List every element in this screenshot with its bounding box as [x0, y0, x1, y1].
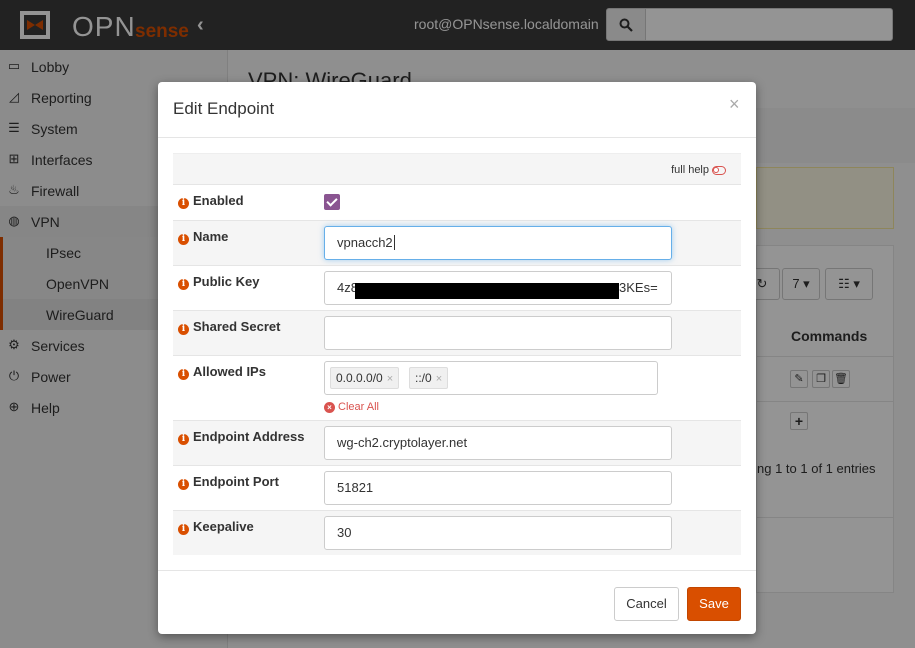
- full-help-row: full help: [173, 153, 741, 184]
- enabled-row: i Enabled: [173, 184, 741, 220]
- endpoint-port-input[interactable]: 51821: [324, 471, 672, 505]
- tag-label: ::/0: [415, 371, 432, 385]
- full-help-label: full help: [671, 164, 709, 176]
- info-icon[interactable]: i: [178, 198, 189, 209]
- modal-header: Edit Endpoint ×: [158, 82, 756, 138]
- name-row: i Name vpnacch2: [173, 220, 741, 265]
- keepalive-label-text: Keepalive: [193, 519, 254, 534]
- allowed-ips-label: i Allowed IPs: [178, 364, 266, 380]
- name-label-text: Name: [193, 229, 229, 244]
- public-key-input[interactable]: 4z8 3KEs=: [324, 271, 672, 305]
- cancel-button[interactable]: Cancel: [614, 587, 679, 621]
- remove-tag-icon[interactable]: ×: [436, 373, 442, 385]
- info-icon[interactable]: i: [178, 479, 189, 490]
- info-icon[interactable]: i: [178, 234, 189, 245]
- name-label: i Name: [178, 229, 228, 245]
- remove-tag-icon[interactable]: ×: [387, 373, 393, 385]
- endpoint-address-label: i Endpoint Address: [178, 429, 304, 445]
- modal-footer: Cancel Save: [158, 570, 756, 634]
- redaction-bar: [355, 283, 619, 299]
- keepalive-input[interactable]: 30: [324, 516, 672, 550]
- public-key-value-end: 3KEs=: [619, 280, 658, 295]
- tag-label: 0.0.0.0/0: [336, 371, 383, 385]
- shared-secret-label-text: Shared Secret: [193, 319, 281, 334]
- endpoint-port-label-text: Endpoint Port: [193, 474, 279, 489]
- enabled-checkbox[interactable]: [324, 194, 340, 210]
- keepalive-label: i Keepalive: [178, 519, 254, 535]
- info-icon[interactable]: i: [178, 369, 189, 380]
- shared-secret-label: i Shared Secret: [178, 319, 280, 335]
- toggle-icon: [712, 165, 726, 175]
- allowed-ips-input[interactable]: 0.0.0.0/0 × ::/0 ×: [324, 361, 658, 395]
- allowed-ip-tag: 0.0.0.0/0 ×: [330, 367, 400, 389]
- info-icon[interactable]: i: [178, 279, 189, 290]
- info-icon[interactable]: i: [178, 524, 189, 535]
- name-input[interactable]: vpnacch2: [324, 226, 672, 260]
- clear-all-link[interactable]: × Clear All: [324, 401, 379, 413]
- allowed-ip-tag: ::/0 ×: [409, 367, 449, 389]
- shared-secret-input[interactable]: [324, 316, 672, 350]
- allowed-ips-row: i Allowed IPs 0.0.0.0/0 × ::/0 × × Clear All: [173, 355, 741, 420]
- save-button[interactable]: Save: [687, 587, 741, 621]
- public-key-row: i Public Key 4z8 3KEs=: [173, 265, 741, 310]
- close-icon[interactable]: ×: [729, 94, 740, 115]
- name-input-value: vpnacch2: [337, 235, 393, 250]
- info-icon[interactable]: i: [178, 324, 189, 335]
- public-key-label-text: Public Key: [193, 274, 260, 289]
- clear-all-label: Clear All: [338, 401, 379, 413]
- endpoint-port-row: i Endpoint Port 51821: [173, 465, 741, 510]
- text-cursor: [393, 235, 395, 250]
- enabled-label-text: Enabled: [193, 193, 244, 208]
- info-icon[interactable]: i: [178, 434, 189, 445]
- modal-title: Edit Endpoint: [173, 99, 275, 118]
- edit-endpoint-dialog: Edit Endpoint × full help i Enabled i Name…: [158, 82, 756, 634]
- endpoint-address-label-text: Endpoint Address: [193, 429, 305, 444]
- enabled-label: i Enabled: [178, 193, 244, 209]
- allowed-ips-label-text: Allowed IPs: [193, 364, 266, 379]
- keepalive-row: i Keepalive 30: [173, 510, 741, 555]
- public-key-label: i Public Key: [178, 274, 259, 290]
- endpoint-address-row: i Endpoint Address wg-ch2.cryptolayer.net: [173, 420, 741, 465]
- endpoint-port-label: i Endpoint Port: [178, 474, 279, 490]
- clear-icon: ×: [324, 402, 335, 413]
- full-help-toggle[interactable]: full help: [671, 164, 726, 176]
- shared-secret-row: i Shared Secret: [173, 310, 741, 355]
- endpoint-address-input[interactable]: wg-ch2.cryptolayer.net: [324, 426, 672, 460]
